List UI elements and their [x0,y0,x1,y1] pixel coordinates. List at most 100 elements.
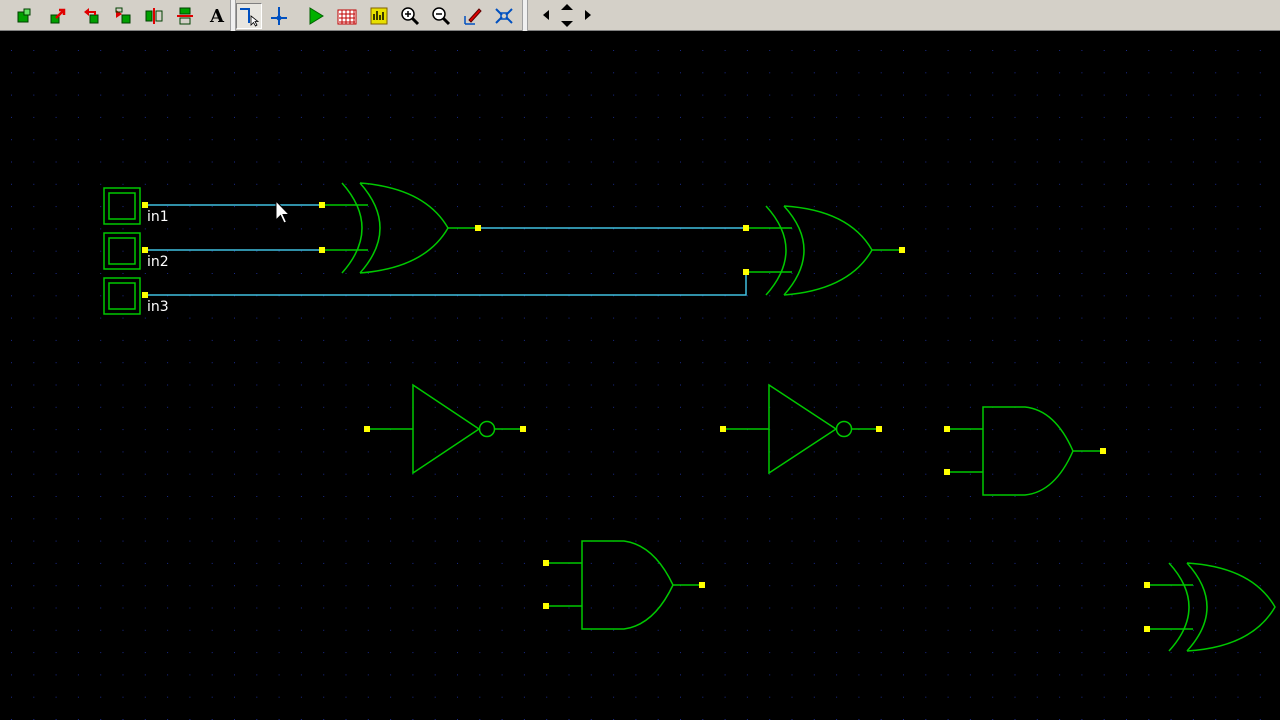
probe-icon[interactable] [366,3,392,29]
rotate-right-icon[interactable] [110,3,136,29]
rotate-left-icon[interactable] [78,3,104,29]
wire-tool-icon[interactable] [236,3,262,29]
pin[interactable] [944,426,950,432]
scroll-up-icon[interactable] [561,4,573,10]
grid-dot [1170,206,1172,208]
xor-gate-1[interactable] [322,182,478,274]
input-pin-in2[interactable] [103,232,141,270]
pin[interactable] [520,426,526,432]
grid-dot [746,496,748,497]
not-gate-2[interactable] [723,383,879,475]
grid-dot [479,540,481,542]
green-block-icon[interactable] [12,3,38,29]
grid-dot [791,362,793,364]
scroll-right-icon[interactable] [585,10,591,20]
pin[interactable] [319,247,325,253]
grid-dot [434,228,436,230]
text-icon[interactable]: A [204,3,230,29]
grid-dot [278,585,280,587]
grid-dot [813,473,815,475]
xor-gate-2[interactable] [746,205,902,296]
grid-dot [813,250,815,252]
edit-pencil-icon[interactable] [460,3,486,29]
pin[interactable] [142,247,148,253]
pin[interactable] [142,292,148,298]
toolbar-separator [522,0,528,31]
input-pin-in1[interactable] [103,187,141,225]
grid-dot [323,652,325,654]
pin[interactable] [1100,448,1106,454]
grid-dot [680,50,681,51]
grid-dot [903,94,904,96]
grid-dot [1148,429,1150,431]
grid-dot [1014,473,1016,475]
scroll-down-icon[interactable] [561,21,573,27]
play-icon[interactable] [302,3,328,29]
grid-dot [100,540,102,542]
grid-dot [367,72,369,74]
grid-dot [479,139,481,141]
zoom-in-icon[interactable] [397,3,423,29]
grid-dot [1081,384,1083,386]
grid-dot [77,496,79,497]
pin[interactable] [543,603,549,609]
grid-dot [390,585,392,587]
grid-dot [836,518,838,520]
grid-dot [1237,607,1239,609]
grid-dot [479,317,481,319]
pin[interactable] [1144,582,1150,588]
flip-horizontal-icon[interactable] [141,3,167,29]
pin[interactable] [720,426,726,432]
grid-dot [55,496,57,497]
grid-dot [323,629,325,631]
grid-dot [11,183,12,185]
grid-dot [323,496,325,497]
red-arrow-icon[interactable] [45,3,71,29]
grid-dot [1192,429,1194,431]
grid-dot [189,696,191,698]
pin[interactable] [699,582,705,588]
pin[interactable] [743,269,749,275]
grid-dot [1081,429,1083,431]
pin[interactable] [1144,626,1150,632]
pin[interactable] [743,225,749,231]
grid-dot [457,384,458,386]
grid-dot [390,250,392,252]
pin[interactable] [475,225,481,231]
pin[interactable] [364,426,370,432]
grid-dot [1059,629,1061,631]
junction-icon[interactable] [266,3,292,29]
grid-dot [167,384,169,386]
grid-dot [568,585,570,587]
and-gate-2[interactable] [546,540,702,630]
pin[interactable] [142,202,148,208]
pin[interactable] [876,426,882,432]
grid-dot [1170,496,1172,497]
grid-dot [568,72,570,74]
grid-dot [1170,273,1172,274]
timing-icon[interactable] [334,3,360,29]
pin[interactable] [319,202,325,208]
pin[interactable] [944,469,950,475]
wire-in3[interactable] [145,272,747,296]
flip-vertical-icon[interactable] [172,3,198,29]
schematic-canvas[interactable] [0,31,1280,720]
grid-dot [412,496,414,497]
grid-dot [746,406,748,408]
input-pin-in3[interactable] [103,277,141,315]
scroll-left-icon[interactable] [543,10,549,20]
netlist-icon[interactable] [491,3,517,29]
pin[interactable] [543,560,549,566]
and-gate-1[interactable] [947,406,1103,496]
grid-dot [367,585,369,587]
grid-dot [969,540,971,542]
xor-gate-3[interactable] [1147,562,1276,652]
grid-dot [724,94,726,96]
scroll-arrows[interactable] [538,2,598,29]
grid-dot [858,585,860,587]
zoom-out-icon[interactable] [428,3,454,29]
pin[interactable] [899,247,905,253]
grid-dot [100,585,102,587]
grid-dot [300,562,302,564]
not-gate-1[interactable] [367,383,523,475]
